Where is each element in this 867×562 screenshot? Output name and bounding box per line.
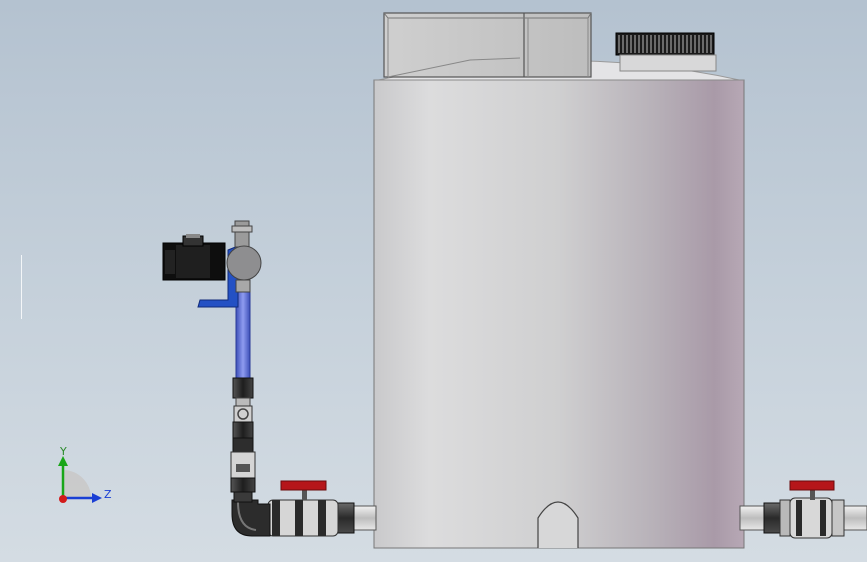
tank-manhole-hatch[interactable] <box>383 12 592 78</box>
right-valve-handle[interactable] <box>789 480 835 491</box>
cad-viewport[interactable]: Y Z <box>0 0 867 562</box>
tank-vent-cap[interactable] <box>615 32 717 72</box>
pump-motor <box>162 234 226 281</box>
tank-assembly-model[interactable]: Y Z <box>0 0 867 562</box>
coordinate-triad-icon: Y Z <box>58 445 112 503</box>
left-valve-handle[interactable] <box>280 480 327 491</box>
tank-body <box>373 79 745 549</box>
pump-head <box>226 245 262 281</box>
triad-y-label: Y <box>59 445 67 458</box>
triad-z-label: Z <box>104 488 112 501</box>
right-outlet-assembly[interactable] <box>739 480 867 539</box>
storage-tank[interactable] <box>373 12 745 549</box>
suction-line[interactable] <box>230 289 256 503</box>
